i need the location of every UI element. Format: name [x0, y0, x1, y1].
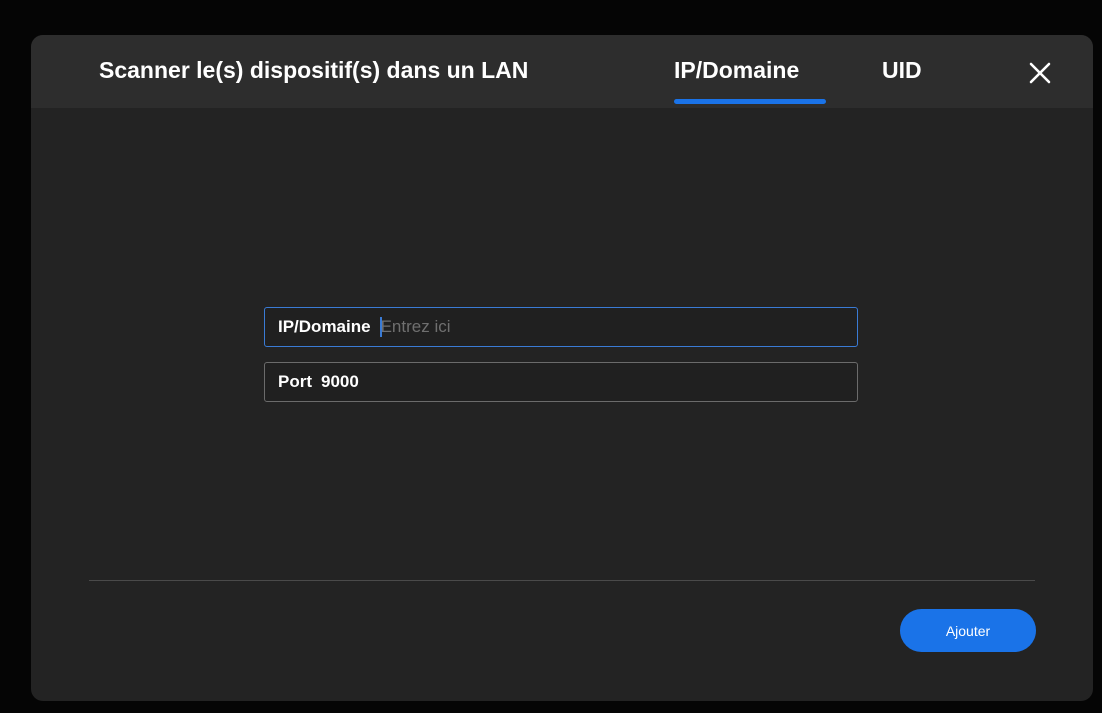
tab-lan-scan[interactable]: Scanner le(s) dispositif(s) dans un LAN — [99, 57, 528, 84]
add-button[interactable]: Ajouter — [900, 609, 1036, 652]
ip-domain-field[interactable]: IP/Domaine — [264, 307, 858, 347]
close-button[interactable] — [1022, 55, 1058, 91]
port-field[interactable]: Port 9000 — [264, 362, 858, 402]
port-label: Port — [278, 372, 312, 391]
close-icon — [1029, 62, 1051, 84]
dialog-header: Scanner le(s) dispositif(s) dans un LAN … — [31, 35, 1093, 108]
footer-divider — [89, 580, 1035, 581]
active-tab-indicator — [674, 99, 826, 104]
ip-domain-input[interactable] — [380, 317, 801, 337]
tab-ip-domain[interactable]: IP/Domaine — [674, 57, 799, 84]
ip-domain-label: IP/Domaine — [278, 317, 371, 336]
tab-uid[interactable]: UID — [882, 57, 922, 84]
port-input[interactable]: 9000 — [321, 372, 359, 392]
add-device-dialog: Scanner le(s) dispositif(s) dans un LAN … — [31, 35, 1093, 701]
